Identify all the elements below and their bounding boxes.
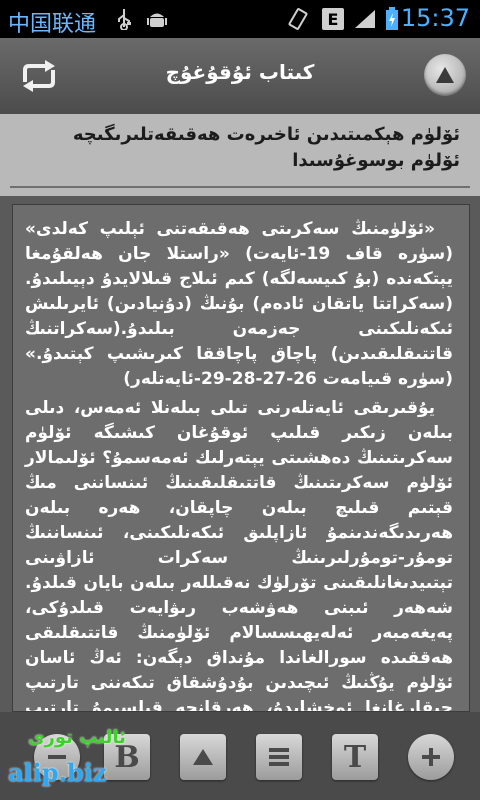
chapter-header: ئۆلۈم ھېكمىتىدىن ئاخىرەت ھەقىقەتلىرىگىچە…: [0, 114, 480, 196]
font-label: T: [343, 739, 367, 775]
back-arrow-icon: [23, 60, 55, 92]
app-header: كىتاب ئۇقۇغۇچ: [0, 38, 480, 115]
align-button[interactable]: [256, 734, 302, 780]
watermark-logo: ئالىپ تورى: [28, 727, 126, 748]
align-justify-icon: [269, 748, 289, 766]
network-type-badge: E: [322, 8, 344, 30]
paragraph: «ئۆلۈمنىڭ سەكرىتى ھەقىقەتنى ئېلىپ كەلدى»…: [25, 219, 453, 389]
article-text: «ئۆلۈمنىڭ سەكرىتى ھەقىقەتنى ئېلىپ كەلدى»…: [25, 217, 453, 712]
reading-pane[interactable]: «ئۆلۈمنىڭ سەكرىتى ھەقىقەتنى ئېلىپ كەلدى»…: [12, 204, 470, 712]
triangle-up-icon: [193, 749, 213, 765]
plus-icon: [422, 748, 440, 766]
status-bar: 中国联通 E 15:37: [0, 0, 480, 38]
increase-font-button[interactable]: [408, 734, 454, 780]
paragraph: يۇقىرىقى ئايەتلەرنى تىلى بىلەنلا ئەمەس، …: [25, 398, 453, 712]
vibrate-icon: [286, 6, 310, 32]
signal-icon: [352, 6, 378, 32]
android-debug-icon: [146, 6, 168, 32]
divider: [10, 186, 470, 188]
page-up-button[interactable]: [180, 734, 226, 780]
page-title: كىتاب ئۇقۇغۇچ: [165, 60, 315, 84]
font-button[interactable]: T: [332, 734, 378, 780]
back-button[interactable]: [16, 56, 62, 96]
watermark-url: alip.biz: [8, 758, 107, 787]
carrier-label: 中国联通: [8, 12, 97, 37]
battery-charging-icon: [384, 6, 400, 32]
chapter-title: ئۆلۈم ھېكمىتىدىن ئاخىرەت ھەقىقەتلىرىگىچە…: [72, 124, 460, 171]
usb-icon: [114, 6, 134, 32]
scroll-up-button[interactable]: [424, 54, 466, 96]
status-clock: 15:37: [400, 4, 470, 32]
triangle-up-icon: [436, 67, 454, 83]
